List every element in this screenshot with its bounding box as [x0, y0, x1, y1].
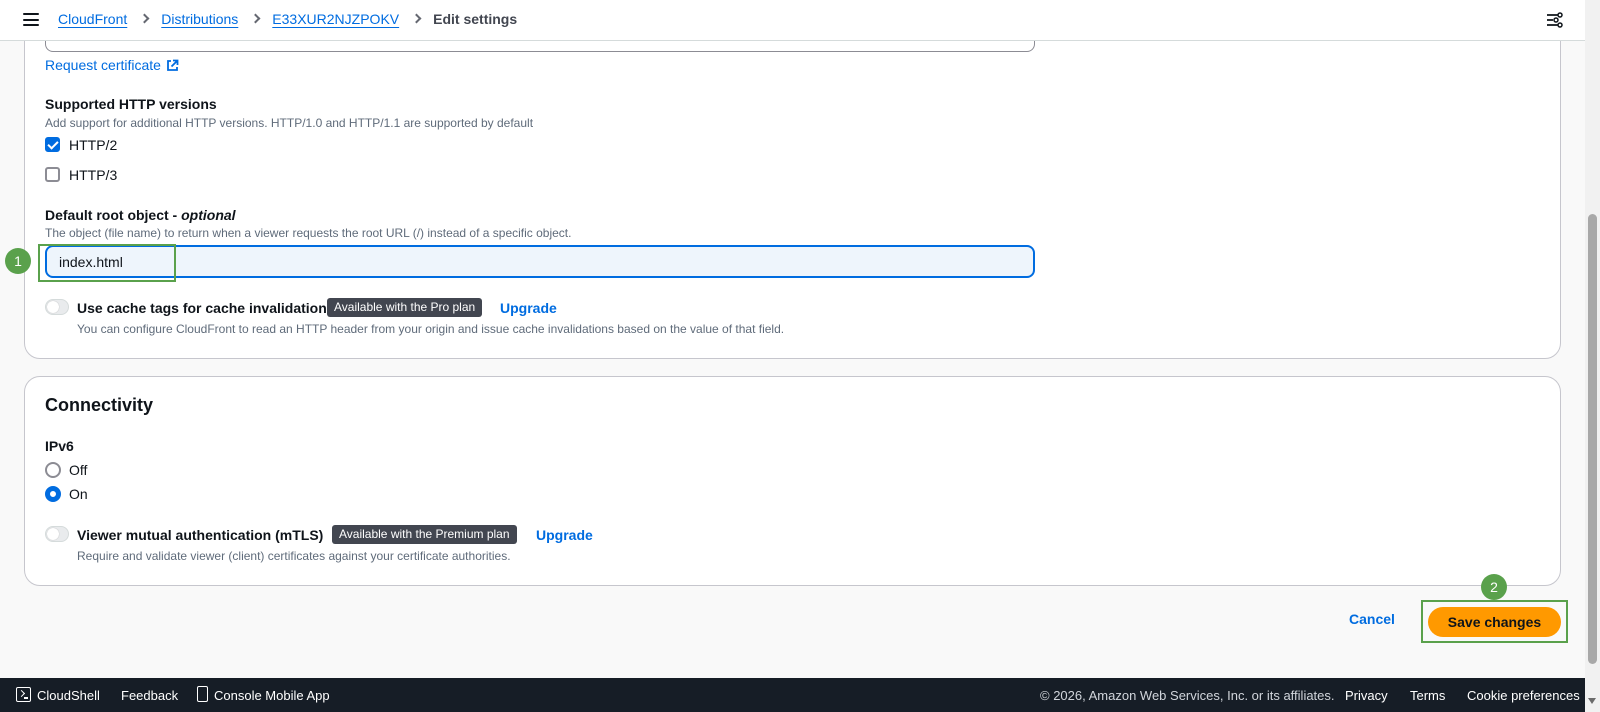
premium-plan-badge: Available with the Premium plan	[332, 525, 517, 544]
annotation-marker-1: 1	[5, 248, 31, 274]
default-root-object-label: Default root object - optional	[45, 207, 236, 223]
breadcrumb-current: Edit settings	[433, 11, 518, 27]
http2-checkbox[interactable]	[45, 137, 60, 152]
mtls-toggle[interactable]	[45, 526, 69, 542]
footer-console-mobile-app[interactable]: Console Mobile App	[214, 688, 330, 703]
cache-tags-upgrade-link[interactable]: Upgrade	[500, 300, 557, 316]
cache-tags-label: Use cache tags for cache invalidation	[77, 300, 327, 316]
mtls-description: Require and validate viewer (client) cer…	[77, 549, 511, 563]
footer-privacy[interactable]: Privacy	[1345, 688, 1388, 703]
external-link-icon	[167, 59, 179, 71]
mtls-label: Viewer mutual authentication (mTLS)	[77, 527, 324, 543]
http-versions-description: Add support for additional HTTP versions…	[45, 116, 534, 130]
request-certificate-link[interactable]: Request certificate	[45, 57, 179, 73]
annotation-box-1	[38, 244, 176, 282]
page-scrollbar[interactable]	[1585, 0, 1600, 712]
scrollbar-thumb[interactable]	[1588, 214, 1597, 664]
ipv6-on-radio[interactable]	[45, 486, 61, 502]
optional-tag: optional	[181, 207, 236, 223]
split-panel-icon[interactable]	[1546, 12, 1563, 28]
breadcrumb: CloudFront Distributions E33XUR2NJZPOKV …	[58, 11, 517, 27]
top-navigation-bar: CloudFront Distributions E33XUR2NJZPOKV …	[0, 0, 1585, 41]
breadcrumb-cloudfront[interactable]: CloudFront	[58, 11, 127, 27]
annotation-marker-2: 2	[1481, 574, 1507, 600]
chevron-right-icon	[411, 13, 422, 23]
chevron-right-icon	[250, 13, 261, 23]
mobile-phone-icon[interactable]	[197, 686, 208, 702]
ipv6-label: IPv6	[45, 438, 74, 454]
console-footer: CloudShell Feedback Console Mobile App ©…	[0, 678, 1585, 712]
cloudshell-icon[interactable]	[16, 687, 31, 702]
footer-cookie-preferences[interactable]: Cookie preferences	[1467, 688, 1580, 703]
footer-feedback[interactable]: Feedback	[121, 688, 178, 703]
breadcrumb-distribution-id[interactable]: E33XUR2NJZPOKV	[272, 11, 399, 27]
mtls-upgrade-link[interactable]: Upgrade	[536, 527, 593, 543]
breadcrumb-distributions[interactable]: Distributions	[161, 11, 238, 27]
footer-cloudshell[interactable]: CloudShell	[37, 688, 100, 703]
cache-tags-description: You can configure CloudFront to read an …	[77, 322, 785, 336]
footer-copyright: © 2026, Amazon Web Services, Inc. or its…	[1040, 688, 1335, 703]
scroll-down-arrow-icon[interactable]	[1588, 698, 1596, 704]
footer-terms[interactable]: Terms	[1410, 688, 1445, 703]
menu-icon[interactable]	[23, 13, 39, 26]
request-certificate-label: Request certificate	[45, 57, 161, 73]
ipv6-off-radio[interactable]	[45, 462, 61, 478]
ipv6-off-label[interactable]: Off	[69, 462, 87, 478]
http3-checkbox[interactable]	[45, 167, 60, 182]
http2-label[interactable]: HTTP/2	[69, 137, 117, 153]
http-versions-label: Supported HTTP versions	[45, 96, 217, 112]
connectivity-title: Connectivity	[45, 395, 154, 415]
default-root-object-description: The object (file name) to return when a …	[45, 226, 572, 240]
default-root-object-input[interactable]	[45, 245, 1035, 278]
http3-label[interactable]: HTTP/3	[69, 167, 117, 183]
cancel-button[interactable]: Cancel	[1349, 611, 1395, 627]
default-root-object-title: Default root object -	[45, 207, 182, 223]
pro-plan-badge: Available with the Pro plan	[327, 298, 483, 317]
chevron-right-icon	[139, 13, 150, 23]
annotation-box-2	[1421, 600, 1568, 643]
cache-tags-toggle[interactable]	[45, 299, 69, 315]
ipv6-on-label[interactable]: On	[69, 486, 88, 502]
